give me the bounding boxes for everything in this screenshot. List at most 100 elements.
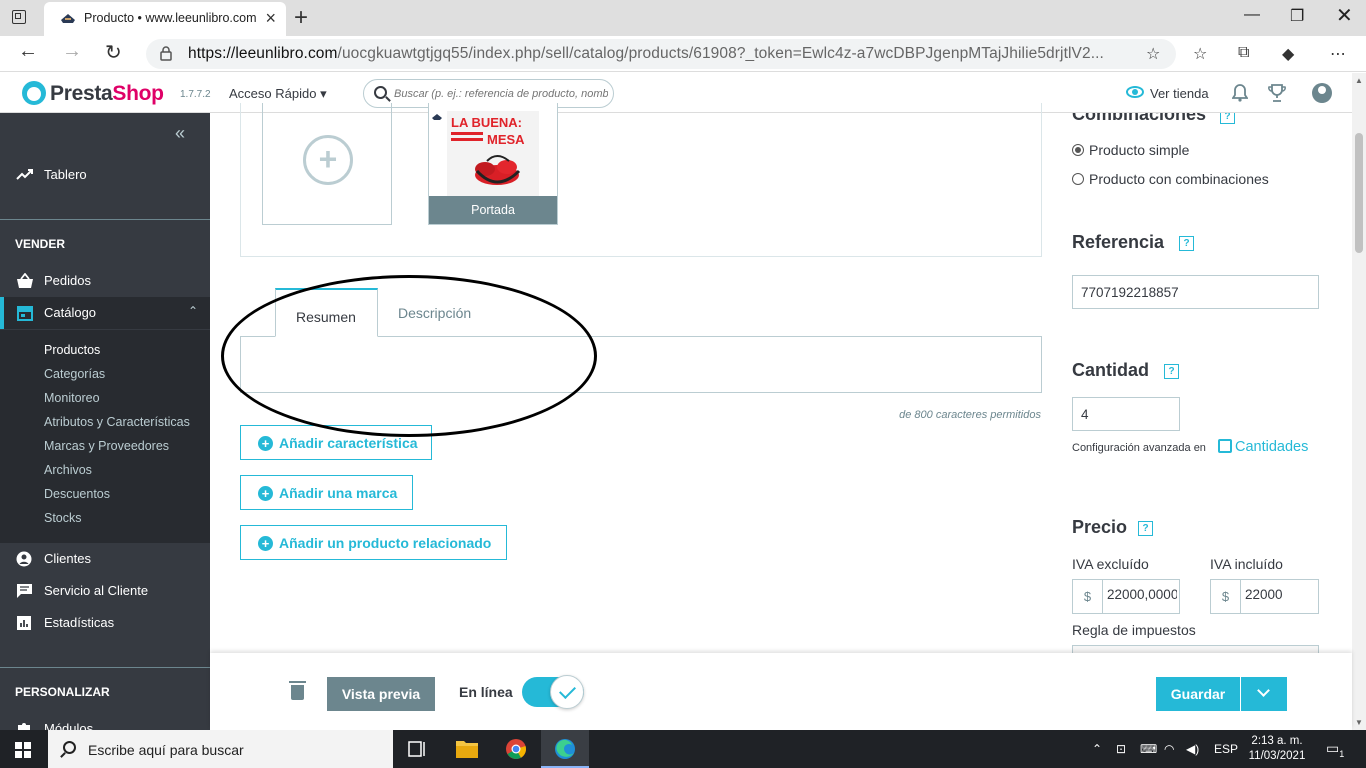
sidebar-item-customers[interactable]: Clientes xyxy=(0,543,210,575)
tab-actions-icon[interactable] xyxy=(12,10,26,24)
windows-start-icon[interactable] xyxy=(15,742,31,758)
quick-access-dropdown[interactable]: Acceso Rápido ▾ xyxy=(229,86,327,102)
product-cover-image[interactable]: LA BUENA: MESA Portada xyxy=(428,103,558,225)
tray-chevron-up-icon[interactable]: ⌃ xyxy=(1092,742,1102,756)
help-icon[interactable]: ? xyxy=(1179,236,1194,251)
page-scrollbar[interactable]: ▲ ▼ xyxy=(1352,73,1366,730)
price-title: Precio xyxy=(1072,517,1128,537)
trending-icon xyxy=(16,169,33,180)
tray-network-icon[interactable]: ⊡ xyxy=(1116,742,1126,756)
prestashop-logo[interactable]: PrestaShop xyxy=(50,82,164,106)
tax-rule-select[interactable] xyxy=(1072,645,1319,653)
sidebar-item-label: Catálogo xyxy=(44,305,97,320)
sidebar-subitem-discounts[interactable]: Descuentos xyxy=(44,487,110,501)
user-account-icon[interactable] xyxy=(1312,83,1332,103)
tray-wifi-icon[interactable]: ◠ xyxy=(1164,742,1174,756)
sidebar-subitem-categories[interactable]: Categorías xyxy=(44,367,105,381)
sidebar-item-catalog[interactable]: Catálogo ⌃ xyxy=(0,297,210,329)
reference-input[interactable] xyxy=(1072,275,1319,309)
taskbar-search[interactable]: Escribe aquí para buscar xyxy=(48,730,393,768)
help-icon[interactable]: ? xyxy=(1138,521,1153,536)
currency-symbol: $ xyxy=(1211,580,1241,613)
bell-icon[interactable] xyxy=(1232,84,1248,102)
close-tab-icon[interactable]: × xyxy=(265,8,276,29)
view-store-link[interactable]: Ver tienda xyxy=(1150,86,1209,101)
summary-editor[interactable] xyxy=(240,336,1042,393)
clock-date: 11/03/2021 xyxy=(1248,750,1306,762)
trophy-icon[interactable] xyxy=(1268,84,1286,102)
sidebar-item-modules[interactable]: Módulos xyxy=(0,713,210,730)
save-button[interactable]: Guardar xyxy=(1156,677,1240,711)
reload-icon[interactable]: ↻ xyxy=(105,40,122,65)
basket-icon xyxy=(17,273,33,288)
new-tab-icon[interactable]: + xyxy=(294,4,308,32)
scroll-up-icon[interactable]: ▲ xyxy=(1355,76,1363,85)
browser-toolbar: ← → ↻ https://leeunlibro.com/uocgkuawtgt… xyxy=(0,36,1366,72)
preview-button[interactable]: Vista previa xyxy=(327,677,435,711)
search-icon xyxy=(63,741,76,754)
admin-search-input[interactable] xyxy=(394,84,608,104)
back-icon[interactable]: ← xyxy=(18,40,38,63)
online-toggle[interactable] xyxy=(522,675,584,709)
add-favorite-icon[interactable]: ☆ xyxy=(1146,44,1160,64)
maximize-icon[interactable]: ❐ xyxy=(1290,6,1304,26)
price-excl-input[interactable] xyxy=(1107,587,1177,602)
profile-avatar-icon[interactable]: ◆ xyxy=(1282,44,1294,64)
edge-icon[interactable] xyxy=(541,730,589,768)
tray-volume-icon[interactable]: ◀) xyxy=(1186,742,1199,756)
tray-language[interactable]: ESP xyxy=(1214,742,1238,756)
sidebar-subitem-brands[interactable]: Marcas y Proveedores xyxy=(44,439,169,453)
quantities-link[interactable]: Cantidades xyxy=(1218,439,1308,455)
sidebar-item-stats[interactable]: Estadísticas xyxy=(0,607,210,639)
quantity-input[interactable] xyxy=(1072,397,1180,431)
add-feature-button[interactable]: + Añadir característica xyxy=(240,425,432,460)
chrome-icon[interactable] xyxy=(492,730,540,768)
currency-symbol: $ xyxy=(1073,580,1103,613)
sidebar-item-orders[interactable]: Pedidos xyxy=(0,265,210,297)
help-icon[interactable]: ? xyxy=(1220,113,1235,124)
sidebar-subitem-products[interactable]: Productos xyxy=(44,343,100,357)
collapse-sidebar-icon[interactable]: « xyxy=(175,123,185,144)
radio-label: Producto con combinaciones xyxy=(1089,171,1269,187)
file-explorer-icon[interactable] xyxy=(443,730,491,768)
combinations-title: Combinaciones xyxy=(1072,113,1207,124)
sidebar-subitem-attributes[interactable]: Atributos y Características xyxy=(44,415,190,429)
sidebar-item-label: Pedidos xyxy=(44,273,91,288)
favorites-icon[interactable]: ☆ xyxy=(1193,44,1207,64)
trash-icon[interactable] xyxy=(289,681,306,700)
reference-title: Referencia xyxy=(1072,232,1165,252)
add-brand-button[interactable]: + Añadir una marca xyxy=(240,475,413,510)
sidebar-item-dashboard[interactable]: Tablero xyxy=(0,159,210,191)
collections-icon[interactable]: ⧉ xyxy=(1238,44,1249,62)
address-bar[interactable]: https://leeunlibro.com/uocgkuawtgtjgq55/… xyxy=(146,39,1176,69)
browser-tab[interactable]: Producto • www.leeunlibro.com × xyxy=(44,2,286,36)
sidebar-item-customer-service[interactable]: Servicio al Cliente xyxy=(0,575,210,607)
add-related-product-button[interactable]: + Añadir un producto relacionado xyxy=(240,525,507,560)
tray-ime-icon[interactable]: ⌨ xyxy=(1140,742,1157,756)
close-window-icon[interactable]: ✕ xyxy=(1336,3,1353,28)
lock-icon xyxy=(160,46,172,61)
sidebar-subitem-monitoring[interactable]: Monitoreo xyxy=(44,391,100,405)
scroll-down-icon[interactable]: ▼ xyxy=(1355,718,1363,727)
task-view-icon[interactable] xyxy=(393,730,441,768)
minimize-icon[interactable]: — xyxy=(1244,6,1260,24)
plus-circle-icon: + xyxy=(258,436,273,451)
search-icon[interactable] xyxy=(374,86,387,99)
tax-excluded-label: IVA excluído xyxy=(1072,556,1149,572)
version-label: 1.7.7.2 xyxy=(180,89,211,100)
tab-summary[interactable]: Resumen xyxy=(275,288,378,337)
more-menu-icon[interactable]: ⋯ xyxy=(1330,44,1346,64)
tab-label: Resumen xyxy=(296,309,356,325)
scrollbar-thumb[interactable] xyxy=(1355,133,1363,253)
clock-time: 2:13 a. m. xyxy=(1251,735,1303,747)
save-options-chevron-down-icon[interactable] xyxy=(1241,677,1287,711)
forward-icon[interactable]: → xyxy=(62,40,82,63)
price-incl-input[interactable] xyxy=(1245,587,1315,602)
notification-center-icon[interactable]: ▭1 xyxy=(1326,740,1344,759)
sidebar-subitem-files[interactable]: Archivos xyxy=(44,463,92,477)
help-icon[interactable]: ? xyxy=(1164,364,1179,379)
add-image-dropzone[interactable]: + xyxy=(262,103,392,225)
taskbar-clock[interactable]: 2:13 a. m. 11/03/2021 xyxy=(1247,734,1307,764)
online-label: En línea xyxy=(459,684,513,700)
sidebar-subitem-stocks[interactable]: Stocks xyxy=(44,511,82,525)
